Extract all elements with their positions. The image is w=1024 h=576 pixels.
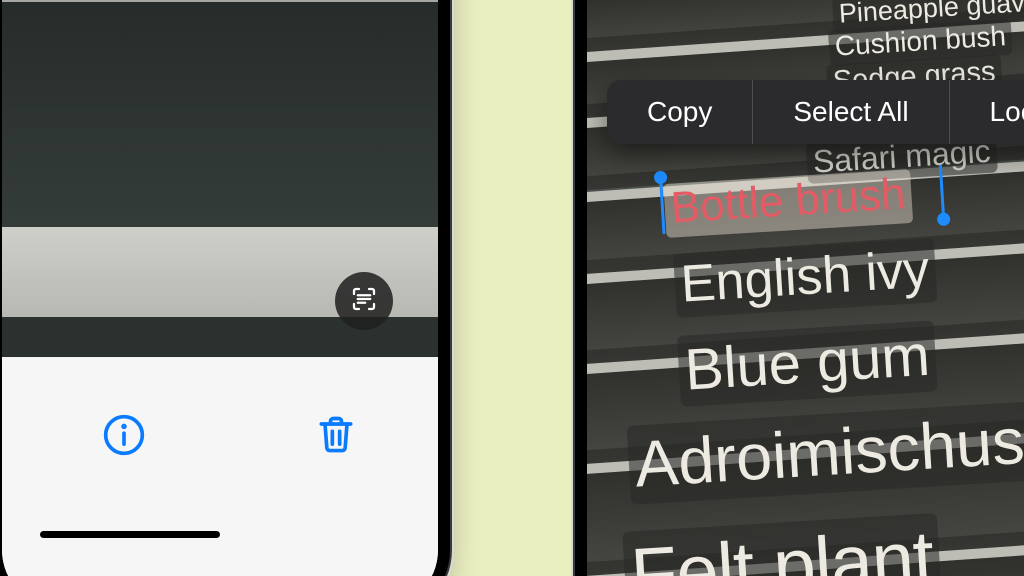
delete-button[interactable] bbox=[314, 413, 358, 462]
selection-end-caret[interactable] bbox=[939, 165, 945, 219]
live-text-button[interactable] bbox=[335, 272, 393, 330]
edit-menu-look-up[interactable]: Look Up bbox=[950, 80, 1024, 144]
phone-left-screen: ivy bbox=[2, 0, 438, 576]
info-button[interactable] bbox=[102, 413, 146, 462]
photo-viewport[interactable]: Pineapple guava Cushion bush Sedge grass… bbox=[587, 0, 1024, 576]
photo-viewport[interactable]: ivy bbox=[2, 0, 438, 357]
trash-icon bbox=[314, 444, 358, 461]
photos-bottom-toolbar bbox=[2, 358, 438, 576]
edit-menu-select-all[interactable]: Select All bbox=[753, 80, 948, 144]
home-indicator[interactable] bbox=[40, 531, 220, 538]
live-text-icon bbox=[349, 284, 379, 319]
stair-riser bbox=[2, 2, 438, 227]
selection-start-handle[interactable] bbox=[654, 171, 668, 185]
phone-right-screen: Pineapple guava Cushion bush Sedge grass… bbox=[587, 0, 1024, 576]
info-icon bbox=[102, 444, 146, 461]
phone-right-frame: Pineapple guava Cushion bush Sedge grass… bbox=[575, 0, 1024, 576]
phone-left-frame: ivy bbox=[0, 0, 450, 576]
edit-menu-copy[interactable]: Copy bbox=[607, 80, 752, 144]
edit-menu: Copy Select All Look Up bbox=[607, 80, 1024, 144]
